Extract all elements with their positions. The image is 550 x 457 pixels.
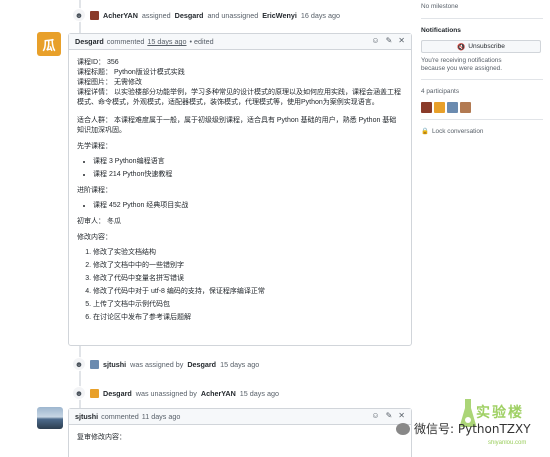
event-target[interactable]: AcherYAN (201, 389, 236, 398)
mute-icon: 🔇 (457, 43, 466, 51)
advanced-list: 课程 452 Python 经典项目实战 (77, 201, 403, 211)
changes-title: 修改内容： (77, 234, 112, 241)
event-actor[interactable]: AcherYAN (103, 11, 138, 20)
notification-reason: You're receiving notifications (421, 57, 502, 64)
person-icon: ☻ (72, 357, 86, 371)
list-item: 在讨论区中发布了参考课后题解 (93, 313, 403, 323)
event-time[interactable]: 15 days ago (240, 389, 279, 398)
comment-header: Desgard commented 15 days ago • edited ☺… (69, 34, 411, 50)
list-item: 课程 3 Python编程语言 (93, 157, 403, 167)
event-action: and unassigned (207, 10, 259, 20)
event-actor[interactable]: sjtushi (103, 360, 126, 369)
unsubscribe-button[interactable]: 🔇 Unsubscribe (421, 40, 541, 53)
prereq-title: 先学课程： (77, 143, 112, 150)
emoji-reaction-icon[interactable]: ☺ (371, 411, 379, 420)
comment-verb: commented (101, 412, 139, 421)
edit-pencil-icon[interactable]: ✎ (386, 411, 393, 420)
notification-reason: because you were assigned. (421, 65, 503, 72)
avatar[interactable] (447, 102, 458, 113)
lock-conversation-link[interactable]: 🔒 Lock conversation (421, 127, 484, 136)
comment-header: sjtushi commented 11 days ago ☺ ✎ ✕ (69, 409, 411, 425)
audience-line: 适合人群： 本课程难度属于一般，属于初级级别课程，适合具有 Python 基础的… (77, 117, 397, 134)
event-target[interactable]: Desgard (187, 360, 216, 369)
watermark-brand: 实验楼 (476, 404, 524, 420)
wechat-icon (396, 422, 410, 435)
close-icon[interactable]: ✕ (398, 36, 405, 45)
avatar[interactable] (37, 407, 63, 429)
event-action: assigned (141, 10, 171, 20)
avatar-glyph: 瓜 (42, 37, 56, 53)
timeline-event-assigned: ☻ sjtushi was assigned by Desgard 15 day… (72, 357, 259, 371)
edit-pencil-icon[interactable]: ✎ (386, 36, 393, 45)
course-detail-line: 课程详情： 以实验楼部分功能举例，学习多种常见的设计模式的原理以及如何应用实践，… (77, 89, 401, 106)
comment-body: 复审修改内容： (69, 425, 411, 449)
event-target[interactable]: EricWenyi (262, 11, 297, 20)
participants-avatars (421, 102, 471, 113)
avatar[interactable] (90, 388, 99, 398)
comment-first-line: 复审修改内容： (77, 434, 126, 441)
list-item: 课程 214 Python快速教程 (93, 170, 403, 180)
lock-label: Lock conversation (431, 127, 484, 135)
participants-count: 4 participants (421, 88, 460, 95)
comment-verb: commented (106, 37, 145, 46)
course-image-line: 课程图片： 无需修改 (77, 79, 142, 86)
avatar[interactable] (421, 102, 432, 113)
person-icon: ☻ (72, 386, 86, 400)
event-target[interactable]: Desgard (175, 11, 204, 20)
divider (421, 79, 543, 80)
advanced-title: 进阶课程： (77, 187, 112, 194)
comment-box: Desgard commented 15 days ago • edited ☺… (68, 33, 412, 346)
edited-indicator[interactable]: • edited (190, 37, 214, 46)
unsubscribe-label: Unsubscribe (468, 43, 505, 50)
divider (421, 119, 543, 120)
prereq-list: 课程 3 Python编程语言 课程 214 Python快速教程 (77, 157, 403, 180)
timeline-event-assign: ☻ AcherYAN assigned Desgard and unassign… (72, 8, 340, 22)
event-action: was unassigned by (135, 388, 197, 398)
comment-timestamp[interactable]: 15 days ago (147, 37, 186, 46)
avatar[interactable]: 瓜 (37, 32, 61, 56)
timeline-event-unassigned: ☻ Desgard was unassigned by AcherYAN 15 … (72, 386, 279, 400)
notifications-heading: Notifications (421, 27, 461, 34)
list-item: 修改了代码中变量名拼写错误 (93, 274, 403, 284)
avatar[interactable] (434, 102, 445, 113)
milestone-value: No milestone (421, 3, 459, 10)
avatar[interactable] (90, 10, 99, 20)
watermark-domain: shiyanlou.com (488, 440, 527, 446)
emoji-reaction-icon[interactable]: ☺ (371, 36, 379, 45)
watermark: 微信号: PythonTZXY (396, 420, 531, 437)
changes-list: 修改了实验文档结构 修改了文档中中的一些错别字 修改了代码中变量名拼写错误 修改… (77, 248, 403, 323)
event-time[interactable]: 16 days ago (301, 11, 340, 20)
list-item: 修改了实验文档结构 (93, 248, 403, 258)
comment-author[interactable]: sjtushi (75, 412, 98, 421)
person-icon: ☻ (72, 8, 86, 22)
comment-body: 课程ID： 356 课程标题： Python版设计模式实践 课程图片： 无需修改… (69, 50, 411, 333)
divider (421, 18, 543, 19)
watermark-text: 微信号: PythonTZXY (414, 422, 531, 436)
event-time[interactable]: 15 days ago (220, 360, 259, 369)
avatar[interactable] (90, 359, 99, 369)
event-actor[interactable]: Desgard (103, 389, 132, 398)
list-item: 修改了代码中对于 utf-8 编码的支持，保证程序编译正常 (93, 287, 403, 297)
list-item: 修改了文档中中的一些错别字 (93, 261, 403, 271)
close-icon[interactable]: ✕ (398, 411, 405, 420)
course-id-line: 课程ID： 356 (77, 59, 119, 66)
comment-box: sjtushi commented 11 days ago ☺ ✎ ✕ 复审修改… (68, 408, 412, 457)
comment-timestamp[interactable]: 11 days ago (142, 412, 181, 421)
list-item: 课程 452 Python 经典项目实战 (93, 201, 403, 211)
course-title-line: 课程标题： Python版设计模式实践 (77, 69, 185, 76)
reviewer-line: 初审人： 冬瓜 (77, 218, 121, 225)
comment-author[interactable]: Desgard (75, 37, 104, 46)
event-action: was assigned by (130, 359, 184, 369)
avatar[interactable] (460, 102, 471, 113)
lock-icon: 🔒 (421, 128, 429, 135)
list-item: 上传了文档中示例代码包 (93, 300, 403, 310)
